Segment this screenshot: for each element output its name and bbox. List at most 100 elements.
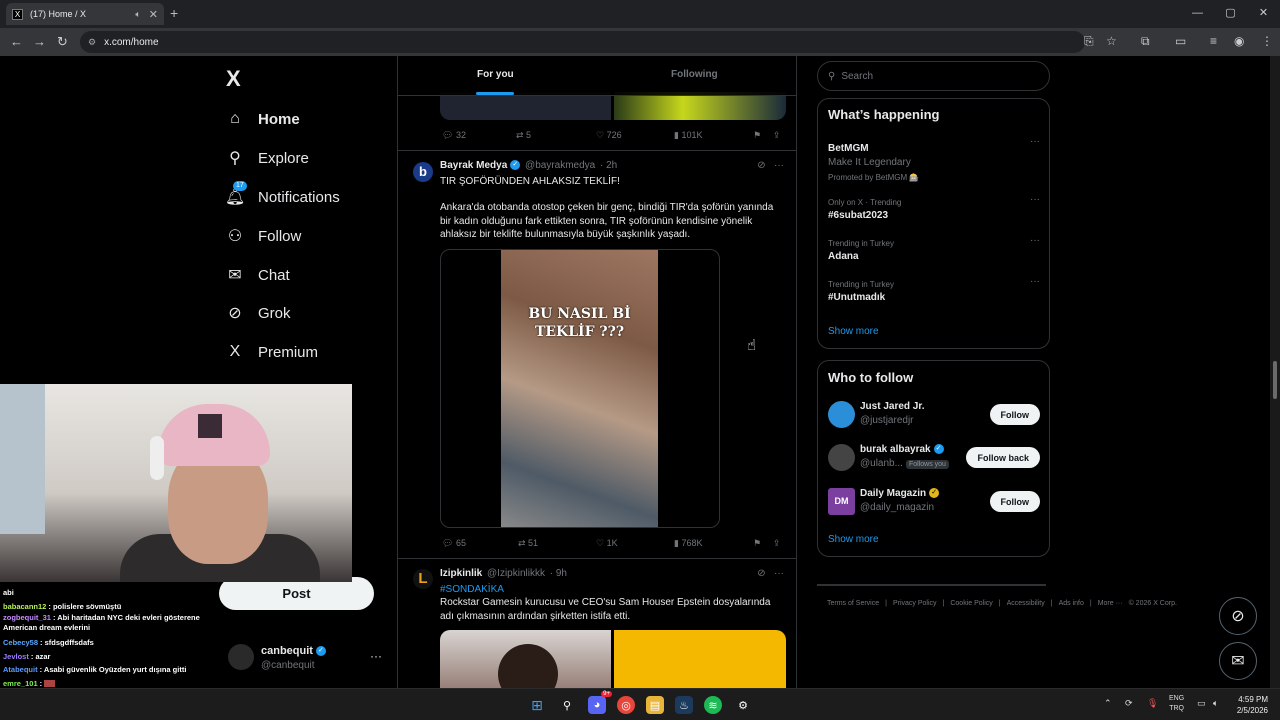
nav-item-follow[interactable]: ⚇ Follow — [226, 224, 302, 248]
tweet-time[interactable]: · 2h — [600, 160, 617, 171]
repost-button[interactable]: ⇄ 5 — [516, 130, 531, 141]
media-control-icon[interactable]: ≡ — [1210, 34, 1217, 48]
tweet-hashtag[interactable]: #SONDAKİKA — [440, 583, 786, 597]
nav-item-explore[interactable]: ⚲ Explore — [226, 146, 309, 170]
sync-icon[interactable]: ⟳ — [1125, 698, 1133, 709]
follow-suggestion[interactable]: burak albayrak ✓ @ulanb... Follows you Fol… — [828, 444, 1040, 474]
restore-button[interactable]: ▢ — [1214, 0, 1247, 28]
back-icon[interactable]: ← — [10, 34, 23, 49]
bookmark-star-icon[interactable]: ☆ — [1106, 34, 1117, 48]
tweet-author-name[interactable]: Bayrak Medya — [440, 160, 507, 171]
spotify-icon[interactable]: ≋ — [704, 696, 722, 714]
browser-tab[interactable]: X (17) Home / X 🔈︎ ✕ — [6, 3, 164, 25]
footer-link[interactable]: Accessibility — [1007, 600, 1045, 607]
more-icon[interactable]: ··· — [1030, 276, 1040, 287]
split-view-icon[interactable]: ▭ — [1175, 34, 1186, 48]
profile-avatar-icon[interactable]: ◉ — [1234, 34, 1244, 48]
follow-suggestion[interactable]: DM Daily Magazin ✓ @daily_magazin Follow — [828, 488, 1040, 518]
bookmark-icon[interactable]: ⚑ — [753, 130, 761, 141]
steam-icon[interactable]: ♨ — [675, 696, 693, 714]
tweet-video[interactable]: BU NASIL Bİ TEKLİF ??? — [440, 249, 720, 528]
more-icon[interactable]: ··· — [1030, 235, 1040, 246]
bookmark-icon[interactable]: ⚑ — [753, 538, 761, 549]
reload-icon[interactable]: ↻ — [57, 34, 68, 50]
more-icon[interactable]: ··· — [1030, 136, 1040, 147]
grok-fab-icon[interactable]: ⊘ — [1219, 597, 1257, 635]
more-icon[interactable]: ··· — [370, 649, 382, 663]
tweet-author-name[interactable]: Izipkinlik — [440, 568, 482, 579]
account-switcher[interactable]: canbequit ✓ @canbequit ··· — [228, 643, 388, 677]
nav-item-grok[interactable]: ⊘ Grok — [226, 301, 290, 325]
more-icon[interactable]: ··· — [774, 568, 784, 579]
media-image[interactable] — [614, 630, 786, 688]
media-image[interactable] — [614, 92, 786, 120]
file-explorer-icon[interactable]: ▤ — [646, 696, 664, 714]
follow-button[interactable]: Follow — [989, 404, 1040, 425]
close-tab-icon[interactable]: ✕ — [149, 8, 158, 21]
nav-item-chat[interactable]: ✉ Chat — [226, 263, 289, 287]
url-bar[interactable]: ⚙ x.com/home — [80, 31, 1085, 53]
footer-link[interactable]: Privacy Policy — [893, 600, 937, 607]
follow-back-button[interactable]: Follow back — [966, 447, 1040, 468]
new-tab-button[interactable]: + — [170, 5, 178, 21]
close-window-button[interactable]: ✕ — [1247, 0, 1280, 28]
network-icon[interactable]: ▭ — [1197, 698, 1206, 709]
share-icon[interactable]: ⇪ — [773, 130, 781, 141]
tab-following[interactable]: Following — [671, 69, 718, 80]
site-info-icon[interactable]: ⚙ — [88, 37, 96, 48]
speaker-icon[interactable]: 🔈︎ — [135, 9, 140, 20]
share-icon[interactable]: ⇪ — [773, 538, 781, 549]
avatar[interactable]: b — [413, 162, 433, 182]
grok-explain-icon[interactable]: ⊘ — [757, 160, 765, 171]
tweet-time[interactable]: · 9h — [550, 568, 567, 579]
volume-icon[interactable]: 🔈︎ — [1213, 698, 1218, 709]
media-image[interactable] — [440, 92, 611, 120]
microphone-icon[interactable]: 🎙︎ — [1147, 698, 1158, 709]
follow-suggestion[interactable]: Just Jared Jr. @justjaredjr Follow — [828, 401, 1040, 431]
footer-link[interactable]: Ads info — [1059, 600, 1084, 607]
tweet-media[interactable] — [440, 630, 786, 688]
search-box[interactable]: ⚲ — [817, 61, 1050, 91]
footer-link[interactable]: More ··· — [1098, 600, 1123, 607]
trend-item[interactable]: BetMGM Make It Legendary Promoted by Bet… — [828, 136, 1040, 182]
like-button[interactable]: ♡ 1K — [596, 538, 618, 549]
media-image[interactable] — [440, 630, 611, 688]
views-button[interactable]: ▮ 101K — [674, 130, 702, 141]
page-scrollbar[interactable] — [1270, 56, 1280, 688]
tweet-author-handle[interactable]: @Izipkinlikkk — [487, 568, 545, 579]
avatar[interactable]: L — [413, 569, 433, 589]
reply-button[interactable]: 💬︎ 32 — [442, 130, 466, 141]
reply-button[interactable]: 💬︎ 65 — [442, 538, 466, 549]
search-input[interactable] — [841, 70, 1022, 82]
trend-item[interactable]: Trending in Turkey #Unutmadık ··· — [828, 276, 1040, 303]
browser-menu-icon[interactable]: ⋮ — [1261, 34, 1273, 48]
trend-item[interactable]: Trending in Turkey Adana ··· — [828, 235, 1040, 262]
grok-explain-icon[interactable]: ⊘ — [757, 568, 765, 579]
install-app-icon[interactable]: ⎘ — [1084, 34, 1094, 49]
scrollbar-thumb[interactable] — [1273, 361, 1277, 399]
language-indicator[interactable]: ENG TRQ — [1169, 694, 1184, 714]
like-button[interactable]: ♡ 726 — [596, 130, 622, 141]
nav-item-premium[interactable]: X Premium — [226, 340, 318, 364]
more-icon[interactable]: ··· — [774, 160, 784, 171]
messages-fab-icon[interactable]: ✉ — [1219, 642, 1257, 680]
app-icon[interactable]: ⚙ — [734, 696, 752, 714]
system-clock[interactable]: 4:59 PM 2/5/2026 — [1228, 694, 1268, 716]
follow-button[interactable]: Follow — [989, 491, 1040, 512]
footer-link[interactable]: © 2026 X Corp. — [1129, 600, 1177, 607]
nav-item-notifications[interactable]: 🔔︎ 17 Notifications — [225, 181, 340, 209]
show-more-link[interactable]: Show more — [828, 534, 879, 545]
tweet-author-handle[interactable]: @bayrakmedya — [525, 160, 595, 171]
search-icon[interactable]: ⚲ — [558, 696, 576, 714]
extensions-icon[interactable]: ⧉ — [1141, 34, 1150, 49]
views-button[interactable]: ▮ 768K — [674, 538, 702, 549]
windows-start-icon[interactable]: ⊞ — [528, 696, 546, 714]
footer-link[interactable]: Cookie Policy — [950, 600, 992, 607]
nav-item-home[interactable]: ⌂ Home — [226, 107, 300, 131]
chrome-icon[interactable]: ◎ — [617, 696, 635, 714]
tab-for-you[interactable]: For you — [477, 69, 514, 80]
repost-button[interactable]: ⇄ 51 — [518, 538, 538, 549]
previous-tweet-media[interactable] — [440, 92, 786, 120]
discord-icon[interactable]: ◕ 9+ — [588, 691, 612, 714]
x-logo[interactable]: X — [226, 66, 241, 92]
